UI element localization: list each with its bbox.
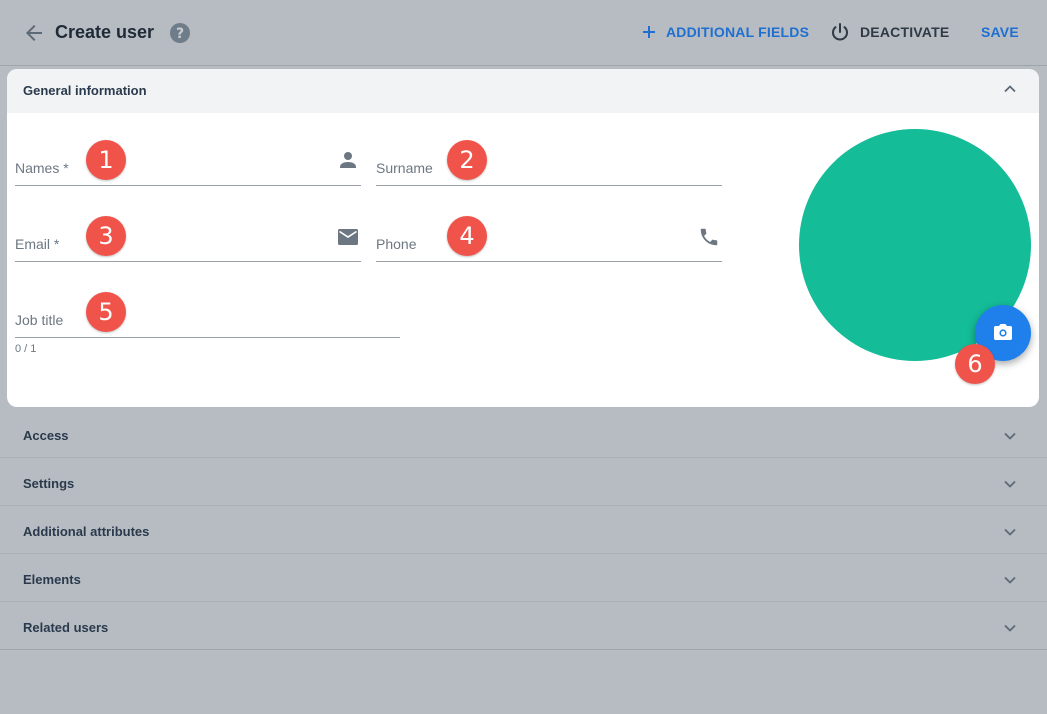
additional-fields-button[interactable]: ADDITIONAL FIELDS [642,24,809,40]
phone-icon [700,228,718,246]
chevron-down-icon [1004,624,1016,632]
email-label: Email * [15,236,60,252]
section-related-users[interactable]: Related users [0,602,1047,649]
svg-text:?: ? [176,26,184,42]
chevron-down-icon [1004,576,1016,584]
section-settings[interactable]: Settings [0,458,1047,506]
general-information-header[interactable]: General information [7,69,1039,113]
back-arrow-icon[interactable] [22,21,46,45]
save-button[interactable]: SAVE [981,24,1019,40]
save-label: SAVE [981,24,1019,40]
section-access[interactable]: Access [0,410,1047,458]
deactivate-label: DEACTIVATE [860,24,950,40]
help-icon[interactable]: ? [170,23,190,43]
power-icon [832,23,848,41]
mail-icon [338,229,358,245]
chevron-down-icon [1004,528,1016,536]
section-label: Access [23,428,69,443]
section-additional-attributes[interactable]: Additional attributes [0,506,1047,554]
section-elements[interactable]: Elements [0,554,1047,602]
plus-icon [643,26,655,38]
job-title-counter: 0 / 1 [15,343,37,355]
top-bar: Create user ? ADDITIONAL FIELDS DEACTIVA… [0,0,1047,66]
surname-underline [376,184,722,186]
person-icon [340,152,356,168]
marker-2: 2 [447,140,487,180]
names-label: Names * [15,160,69,176]
marker-3: 3 [86,216,126,256]
job-title-underline [15,336,400,338]
job-title-label: Job title [15,312,64,328]
additional-fields-label: ADDITIONAL FIELDS [666,24,810,40]
marker-5: 5 [86,292,126,332]
email-underline [15,260,361,262]
marker-1: 1 [86,140,126,180]
surname-label: Surname [376,160,433,176]
marker-6: 6 [955,344,995,384]
section-label: Additional attributes [23,524,150,539]
divider [0,649,1047,650]
camera-icon [994,324,1012,340]
general-information-panel: General information Names * Surname Emai… [7,69,1039,407]
section-label: Settings [23,476,75,491]
section-label: Related users [23,620,109,635]
chevron-down-icon [1004,480,1016,488]
phone-label: Phone [376,236,417,252]
chevron-down-icon [1004,432,1016,440]
chevron-up-icon[interactable] [1003,82,1017,96]
names-underline [15,184,361,186]
marker-4: 4 [447,216,487,256]
page-title: Create user [55,22,155,42]
section-label: Elements [23,572,81,587]
phone-underline [376,260,722,262]
deactivate-button[interactable]: DEACTIVATE [830,22,949,42]
general-information-title: General information [23,83,147,98]
